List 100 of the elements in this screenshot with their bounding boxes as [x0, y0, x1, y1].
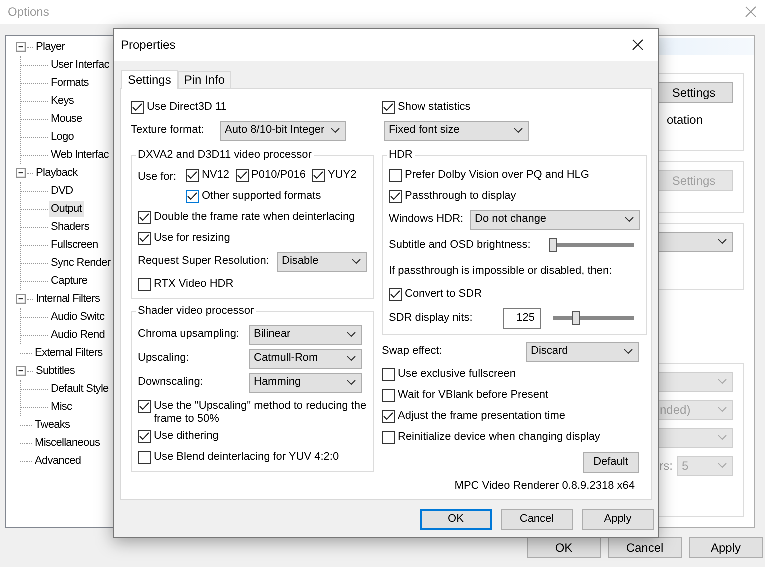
field-label: Upscaling:: [138, 351, 190, 366]
tree-item[interactable]: Formats: [49, 75, 91, 91]
checkbox[interactable]: [186, 190, 199, 203]
tree-item[interactable]: Output: [49, 201, 84, 217]
tree-item[interactable]: Shaders: [49, 219, 92, 235]
tree-item[interactable]: Mouse: [49, 111, 84, 127]
caret-icon: [718, 239, 727, 245]
checkmark-icon: [390, 192, 401, 201]
checkbox[interactable]: [236, 169, 249, 182]
checkbox[interactable]: [382, 101, 395, 114]
dropdown[interactable]: Catmull-Rom: [249, 348, 362, 368]
field-label: Request Super Resolution:: [138, 254, 270, 270]
dialog-button[interactable]: Apply: [689, 537, 763, 558]
tree-item[interactable]: Tweaks: [33, 417, 72, 433]
field-label: Downscaling:: [138, 375, 204, 390]
tree-item[interactable]: Subtitles: [34, 363, 78, 379]
caret-icon: [718, 435, 727, 441]
dialog-button[interactable]: Apply: [582, 509, 654, 530]
group-title: DXVA2 and D3D11 video processor: [136, 148, 314, 162]
tree-item[interactable]: Web Interfac: [49, 147, 111, 163]
checkbox[interactable]: [138, 211, 151, 224]
checkbox-label: Use dithering: [154, 430, 219, 443]
checkbox[interactable]: [138, 451, 151, 464]
tree-item[interactable]: Capture: [49, 273, 90, 289]
collapse-icon[interactable]: [16, 42, 26, 52]
checkbox[interactable]: [382, 368, 395, 381]
dropdown[interactable]: Auto 8/10-bit Integer: [220, 120, 346, 140]
checkbox-label: Use the "Upscaling" method to reducing the frame to 50%: [154, 400, 367, 426]
collapse-icon[interactable]: [16, 366, 26, 376]
slider-thumb[interactable]: [549, 238, 557, 252]
dropdown[interactable]: Do not change: [470, 210, 640, 230]
caret-icon: [718, 407, 727, 413]
tree-item[interactable]: Audio Switc: [49, 309, 107, 325]
checkbox[interactable]: [138, 430, 151, 443]
dropdown[interactable]: Discard: [526, 342, 639, 362]
caret-icon: [347, 356, 356, 362]
checkbox[interactable]: [382, 431, 395, 444]
collapse-icon[interactable]: [16, 168, 26, 178]
dropdown[interactable]: Disable: [277, 252, 367, 272]
caret-icon: [718, 463, 727, 469]
dropdown[interactable]: Fixed font size: [384, 120, 529, 140]
tree-item[interactable]: Miscellaneous: [33, 435, 102, 451]
tree-item[interactable]: Keys: [49, 93, 76, 109]
close-icon: [745, 6, 757, 18]
dialog-button[interactable]: Cancel: [608, 537, 682, 558]
number-field[interactable]: 125: [502, 308, 541, 328]
checkbox[interactable]: [312, 169, 325, 182]
caret-icon: [352, 258, 361, 264]
slider-thumb[interactable]: [572, 311, 580, 325]
checkmark-icon: [139, 432, 150, 441]
tree-item[interactable]: User Interfac: [49, 57, 112, 73]
checkbox[interactable]: [389, 169, 402, 182]
tree-item[interactable]: Misc: [49, 399, 74, 415]
checkbox-label: Wait for VBlank before Present: [398, 389, 549, 402]
checkmark-icon: [132, 103, 143, 112]
checkbox[interactable]: [389, 190, 402, 203]
dropdown[interactable]: Hamming: [249, 372, 362, 392]
tree-item[interactable]: Player: [34, 39, 68, 55]
checkbox-label: Adjust the frame presentation time: [398, 410, 566, 423]
tree-item[interactable]: Internal Filters: [34, 291, 102, 307]
tree-item[interactable]: Default Style: [49, 381, 111, 397]
caret-icon: [514, 128, 523, 134]
checkbox[interactable]: [389, 288, 402, 301]
tree-item[interactable]: External Filters: [33, 345, 105, 361]
collapse-icon[interactable]: [16, 294, 26, 304]
checkmark-icon: [139, 234, 150, 243]
dropdown[interactable]: Bilinear: [249, 324, 362, 344]
tree-item[interactable]: DVD: [49, 183, 76, 199]
checkbox-label: Reinitialize device when changing display: [398, 431, 600, 444]
tab[interactable]: Settings: [121, 70, 178, 89]
tree-item[interactable]: Advanced: [33, 453, 84, 469]
caret-icon: [347, 380, 356, 386]
caret-icon: [624, 348, 633, 354]
checkmark-icon: [312, 171, 324, 180]
checkbox-label: RTX Video HDR: [154, 278, 234, 291]
tree-item[interactable]: Sync Render: [49, 255, 113, 271]
dialog-button[interactable]: OK: [420, 509, 492, 530]
checkbox[interactable]: [138, 232, 151, 245]
field-label: Texture format:: [131, 123, 206, 138]
checkbox[interactable]: [131, 101, 144, 114]
checkbox[interactable]: [138, 400, 151, 413]
dialog-button[interactable]: Cancel: [501, 509, 573, 530]
tree-item[interactable]: Playback: [34, 165, 80, 181]
checkbox[interactable]: [382, 389, 395, 402]
tree-item[interactable]: Audio Rend: [49, 327, 107, 343]
default-button[interactable]: Default: [583, 452, 639, 473]
checkbox[interactable]: [186, 169, 199, 182]
checkmark-icon: [187, 171, 198, 180]
checkmark-icon: [383, 412, 394, 421]
tree-item[interactable]: Logo: [49, 129, 76, 145]
checkbox[interactable]: [382, 410, 395, 423]
checkbox-label: Convert to SDR: [405, 288, 482, 301]
checkmark-icon: [236, 171, 248, 180]
dialog-button[interactable]: OK: [527, 537, 601, 558]
caret-icon: [331, 128, 340, 134]
checkbox[interactable]: [138, 278, 151, 291]
checkbox-label: Prefer Dolby Vision over PQ and HLG: [405, 169, 590, 182]
field-label: SDR display nits:: [389, 310, 473, 326]
tree-item[interactable]: Fullscreen: [49, 237, 100, 253]
tab[interactable]: Pin Info: [178, 71, 232, 88]
